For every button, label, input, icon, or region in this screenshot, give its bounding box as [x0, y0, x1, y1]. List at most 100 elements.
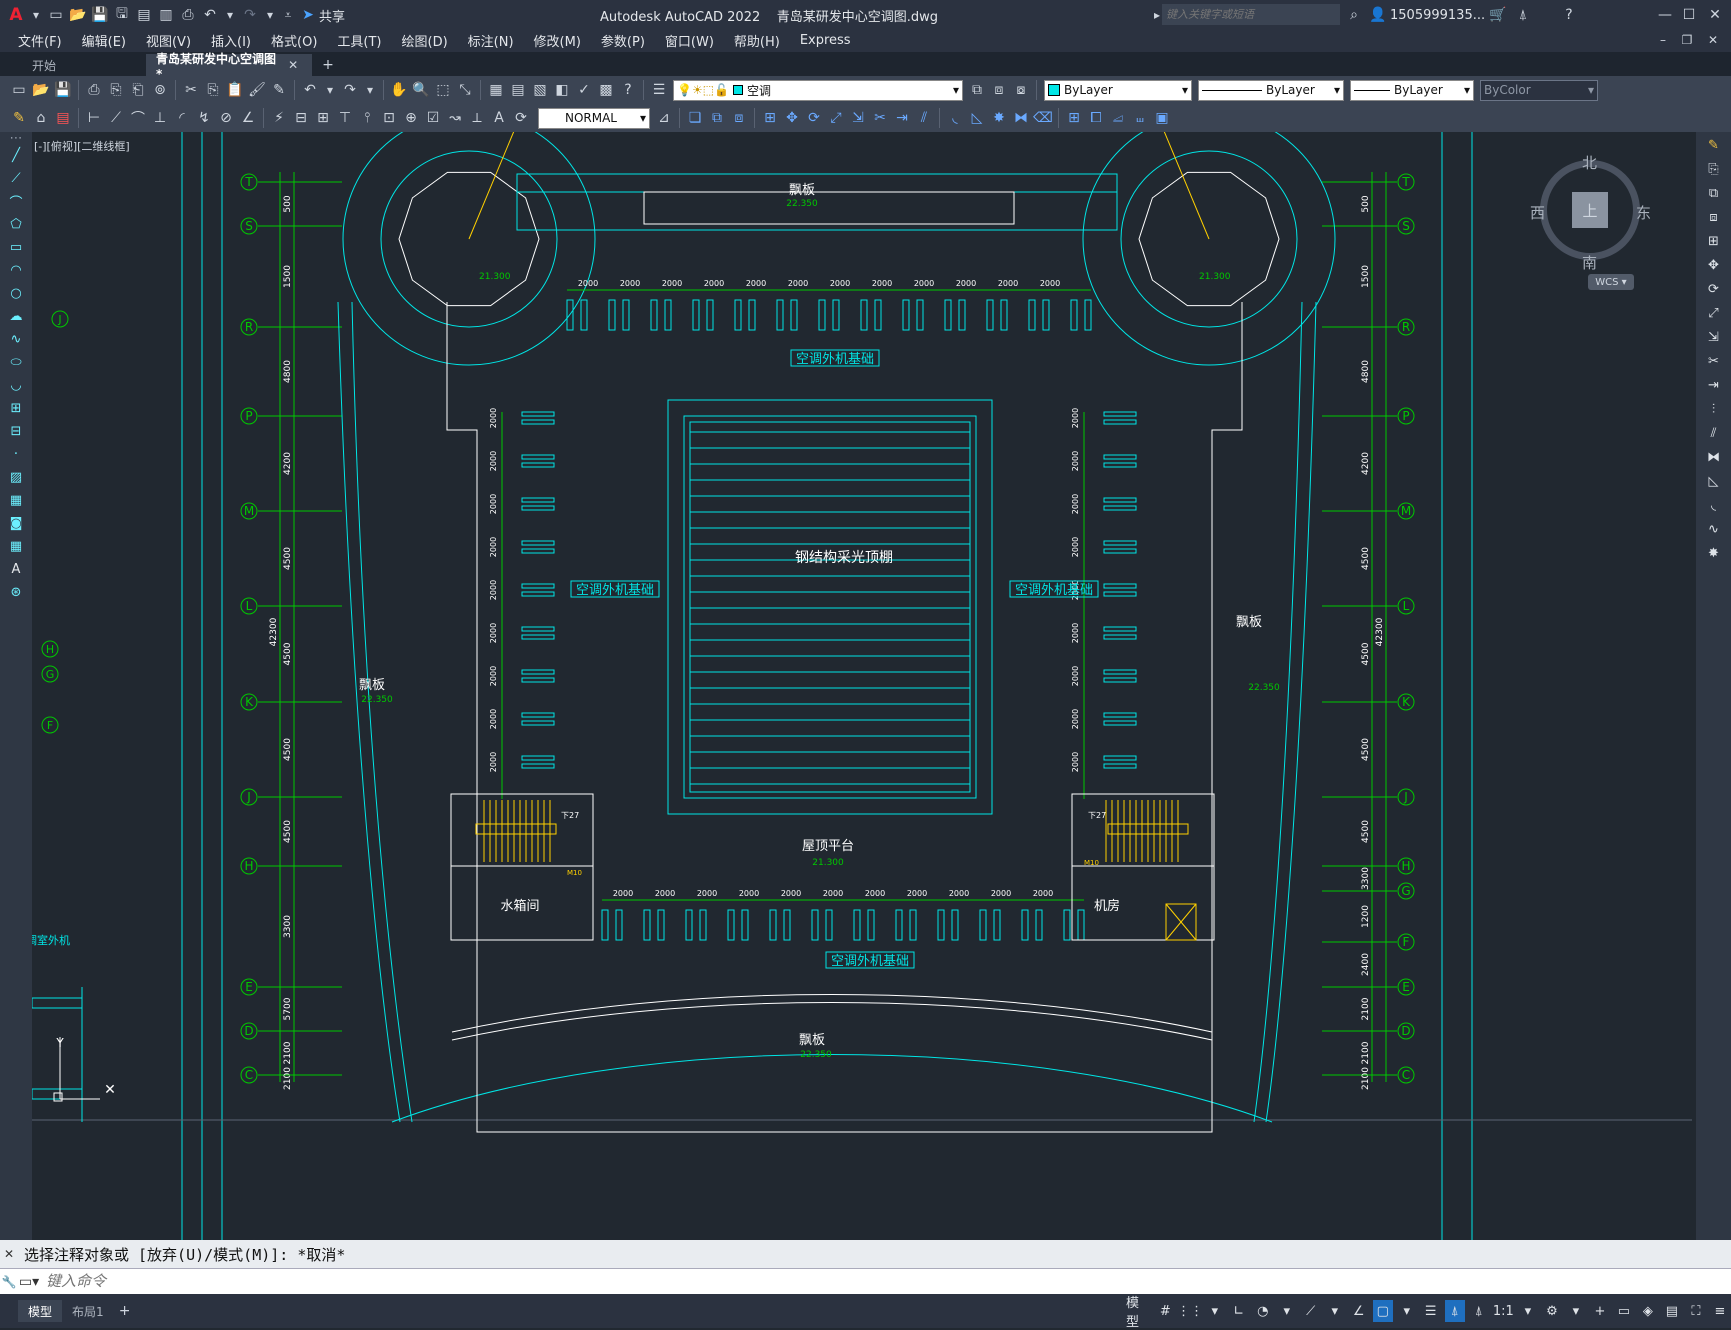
dim-style-manager-icon[interactable]: ⊿: [654, 108, 674, 128]
model-space-toggle[interactable]: 模型: [1122, 1296, 1151, 1330]
mtext-icon[interactable]: A: [5, 558, 27, 580]
chevron-down-icon[interactable]: ▾: [322, 80, 338, 100]
hatch-icon[interactable]: ▨: [5, 466, 27, 488]
menu-modify[interactable]: 修改(M): [524, 31, 591, 50]
menu-view[interactable]: 视图(V): [136, 31, 201, 50]
spline-icon[interactable]: ∿: [5, 328, 27, 350]
model-space-canvas[interactable]: [-][俯视][二维线框] TSRPMLKJHEDCTSRPMLKJHGFEDC…: [32, 132, 1696, 1240]
close-icon[interactable]: ✕: [285, 55, 301, 75]
save-as-icon[interactable]: 🖫: [112, 5, 132, 25]
copy-icon[interactable]: ⎘: [1703, 158, 1725, 180]
3d-print-icon[interactable]: ⊚: [150, 80, 170, 100]
circle-icon[interactable]: ○: [5, 282, 27, 304]
extend-icon[interactable]: ⇥: [1703, 374, 1725, 396]
menu-help[interactable]: 帮助(H): [724, 31, 790, 50]
stretch-icon[interactable]: ⇲: [1703, 326, 1725, 348]
revcloud-icon[interactable]: ☁: [5, 305, 27, 327]
rotate-icon[interactable]: ⟳: [804, 108, 824, 128]
paste-icon[interactable]: 📋: [225, 80, 245, 100]
close-icon[interactable]: ✕: [1, 1244, 17, 1264]
ellipse-arc-icon[interactable]: ◡: [5, 374, 27, 396]
help-icon[interactable]: ?: [618, 80, 638, 100]
dim-break-icon[interactable]: ⫯: [357, 108, 377, 128]
clean-screen-icon[interactable]: ⛶: [1686, 1300, 1706, 1322]
doc-minimize-button[interactable]: –: [1655, 30, 1671, 50]
chevron-down-icon[interactable]: ▾: [1277, 1300, 1297, 1322]
lineweight-dropdown[interactable]: ByLayer ▾: [1350, 79, 1474, 101]
ungroup-icon[interactable]: ⧡: [1108, 108, 1128, 128]
chevron-down-icon[interactable]: ▾: [262, 5, 278, 25]
aligned-dim-icon[interactable]: ⟋: [106, 108, 126, 128]
grip-handle[interactable]: ⋯: [5, 131, 27, 146]
break-icon[interactable]: ⫽: [1703, 422, 1725, 444]
angular-dim-icon[interactable]: ∠: [238, 108, 258, 128]
line-icon[interactable]: ╱: [5, 144, 27, 166]
copy-icon[interactable]: ⎘: [203, 80, 223, 100]
make-current-layer-icon[interactable]: ⧉: [967, 80, 987, 100]
layer-match-icon[interactable]: ⧇: [1011, 80, 1031, 100]
construction-line-icon[interactable]: ⟋: [5, 167, 27, 189]
customization-menu-icon[interactable]: ≡: [1710, 1300, 1730, 1322]
zoom-realtime-icon[interactable]: 🔍: [411, 80, 431, 100]
polar-icon[interactable]: ◔: [1253, 1300, 1273, 1322]
ordinate-dim-icon[interactable]: ⊥: [150, 108, 170, 128]
menu-window[interactable]: 窗口(W): [655, 31, 724, 50]
sheet-set-icon[interactable]: ◧: [552, 80, 572, 100]
new-file-icon[interactable]: ▭: [46, 5, 66, 25]
command-input[interactable]: [40, 1270, 1731, 1293]
chamfer-icon[interactable]: ◺: [967, 108, 987, 128]
user-account[interactable]: 1505999135...: [1390, 8, 1485, 23]
explode-icon[interactable]: ✸: [989, 108, 1009, 128]
chevron-down-icon[interactable]: ▾: [1518, 1300, 1538, 1322]
scale-icon[interactable]: ⤢: [826, 108, 846, 128]
snap-icon[interactable]: ⋮⋮: [1177, 1300, 1203, 1322]
chevron-down-icon[interactable]: ▾: [28, 5, 44, 25]
make-block-icon[interactable]: ⊟: [5, 420, 27, 442]
add-selected-icon[interactable]: ⊛: [5, 581, 27, 603]
dim-edit-icon[interactable]: ⟂: [467, 108, 487, 128]
undo-icon[interactable]: ↶: [300, 80, 320, 100]
publish-icon[interactable]: ⎗: [128, 80, 148, 100]
table-icon[interactable]: ▦: [5, 535, 27, 557]
menu-insert[interactable]: 插入(I): [201, 31, 261, 50]
save-icon[interactable]: 💾: [90, 5, 110, 25]
open-icon[interactable]: 📂: [31, 80, 51, 100]
calculator-icon[interactable]: ▩: [596, 80, 616, 100]
cut-icon[interactable]: ✂: [181, 80, 201, 100]
chevron-down-icon[interactable]: ▾: [1397, 1300, 1417, 1322]
tab-drawing[interactable]: 青岛某研发中心空调图* ✕: [146, 52, 312, 81]
autodesk-a360-icon[interactable]: ⍋: [1513, 5, 1533, 25]
polygon-icon[interactable]: ⬠: [5, 213, 27, 235]
fillet-icon[interactable]: ◟: [1703, 494, 1725, 516]
linear-dim-icon[interactable]: ⊢: [84, 108, 104, 128]
chevron-down-icon[interactable]: ▾: [222, 5, 238, 25]
chevron-down-icon[interactable]: ▾: [1325, 1300, 1345, 1322]
plot-preview-icon[interactable]: ⎘: [106, 80, 126, 100]
join-icon[interactable]: ⧓: [1011, 108, 1031, 128]
menu-format[interactable]: 格式(O): [261, 31, 327, 50]
dimstyle-dropdown[interactable]: NORMAL ▾: [538, 107, 650, 129]
offset-icon[interactable]: ⧈: [1703, 206, 1725, 228]
insert-block-icon[interactable]: ⊞: [1064, 108, 1084, 128]
menu-parametric[interactable]: 参数(P): [591, 31, 655, 50]
new-tab-icon[interactable]: +: [318, 55, 338, 75]
lineweight-icon[interactable]: ☰: [1421, 1300, 1441, 1322]
menu-file[interactable]: 文件(F): [8, 31, 72, 50]
erase-icon[interactable]: ✎: [1703, 134, 1725, 156]
arc-icon[interactable]: ◠: [5, 259, 27, 281]
erase-icon[interactable]: ⌫: [1033, 108, 1053, 128]
move-icon[interactable]: ✥: [1703, 254, 1725, 276]
chevron-down-icon[interactable]: ▾: [1566, 1300, 1586, 1322]
copy-object-icon[interactable]: ❏: [685, 108, 705, 128]
doc-restore-button[interactable]: ❐: [1679, 30, 1695, 50]
baseline-dim-icon[interactable]: ⊟: [291, 108, 311, 128]
compass-south[interactable]: 南: [1582, 252, 1597, 273]
cart-icon[interactable]: 🛒: [1488, 5, 1508, 25]
new-layout-icon[interactable]: +: [115, 1301, 135, 1321]
region-icon[interactable]: ◙: [5, 512, 27, 534]
dim-space-icon[interactable]: ⊤: [335, 108, 355, 128]
recent-commands-icon[interactable]: ▭▾: [19, 1272, 39, 1292]
extend-icon[interactable]: ⇥: [892, 108, 912, 128]
layout-tab-model[interactable]: 模型: [18, 1300, 63, 1322]
minimize-button[interactable]: —: [1655, 5, 1675, 25]
